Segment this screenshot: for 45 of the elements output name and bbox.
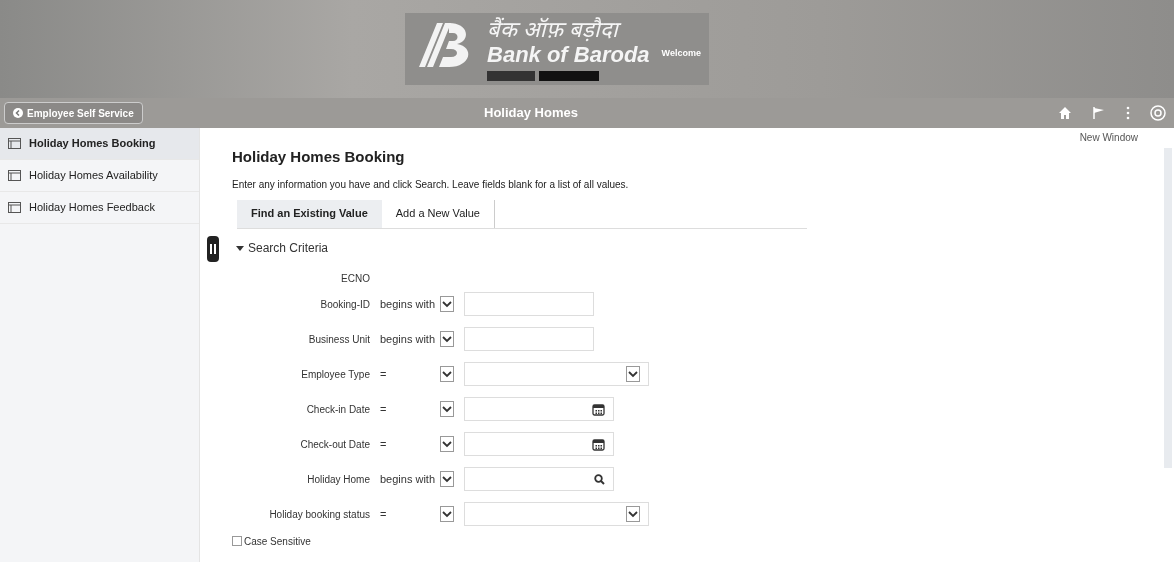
more-icon[interactable] <box>1126 106 1130 120</box>
collapse-handle[interactable] <box>207 236 219 262</box>
caret-icon <box>442 370 452 378</box>
criteria-label: Check-out Date <box>300 437 370 452</box>
tab[interactable]: Find an Existing Value <box>237 199 382 228</box>
sidebar-item[interactable]: Holiday Homes Booking <box>0 128 199 160</box>
logo-english-text: Bank of Baroda <box>487 43 650 67</box>
new-window-link[interactable]: New Window <box>1079 130 1138 145</box>
calendar-icon <box>592 402 605 416</box>
date-field[interactable] <box>464 432 614 456</box>
criteria-label: Holiday Home <box>307 472 370 487</box>
calendar-icon <box>592 437 605 451</box>
navbar-title: Holiday Homes <box>484 104 578 123</box>
search-icon[interactable] <box>594 473 605 485</box>
criteria-label: ECNO <box>341 272 370 286</box>
caret-icon <box>442 405 452 413</box>
input-field[interactable] <box>464 327 594 351</box>
caret-icon <box>442 440 452 448</box>
caret-icon <box>442 300 452 308</box>
criteria-label: Employee Type <box>301 367 370 382</box>
home-icon[interactable] <box>1058 106 1072 120</box>
caret-icon <box>442 510 452 518</box>
caret-icon <box>442 475 452 483</box>
criteria-label: Business Unit <box>308 332 370 347</box>
caret-icon <box>628 510 638 518</box>
toggle-icon <box>236 243 244 252</box>
lookup-field[interactable] <box>464 467 614 491</box>
criteria-label: Check-in Date <box>306 402 370 417</box>
welcome-text: Welcome <box>661 47 701 60</box>
back-icon <box>13 108 23 118</box>
page-icon <box>8 170 21 181</box>
input-field[interactable] <box>464 292 594 316</box>
section-header[interactable]: Search Criteria <box>236 238 1150 257</box>
case-sensitive-checkbox[interactable]: Case Sensitive <box>232 533 1150 549</box>
caret-icon <box>442 335 452 343</box>
date-field[interactable] <box>464 397 614 421</box>
caret-icon <box>628 370 638 378</box>
page-icon <box>8 138 21 149</box>
logo-hindi-text: बैंक ऑफ़ बड़ौदा <box>487 17 650 43</box>
criteria-label: Booking-ID <box>320 297 370 312</box>
instructions-text: Enter any information you have and click Search. Leave fields blank for a list of all values. <box>232 177 630 192</box>
page-title: Holiday Homes Booking <box>232 147 406 167</box>
navbar-circle-icon[interactable] <box>1150 105 1166 121</box>
page-icon <box>8 202 21 213</box>
criteria-label: Holiday booking status <box>269 507 370 522</box>
